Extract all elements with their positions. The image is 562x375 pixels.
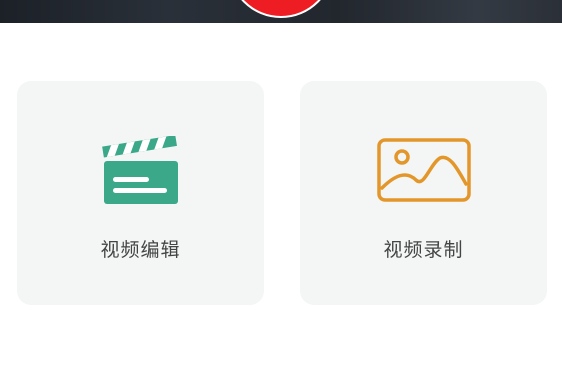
clapperboard-icon — [101, 135, 181, 212]
video-edit-card[interactable]: 视频编辑 — [17, 81, 264, 305]
video-record-card[interactable]: 视频录制 — [300, 81, 547, 305]
video-record-label: 视频录制 — [383, 239, 464, 261]
feature-cards: 视频编辑 视频录制 — [0, 0, 562, 375]
image-icon — [376, 136, 472, 208]
video-edit-label: 视频编辑 — [100, 239, 181, 261]
